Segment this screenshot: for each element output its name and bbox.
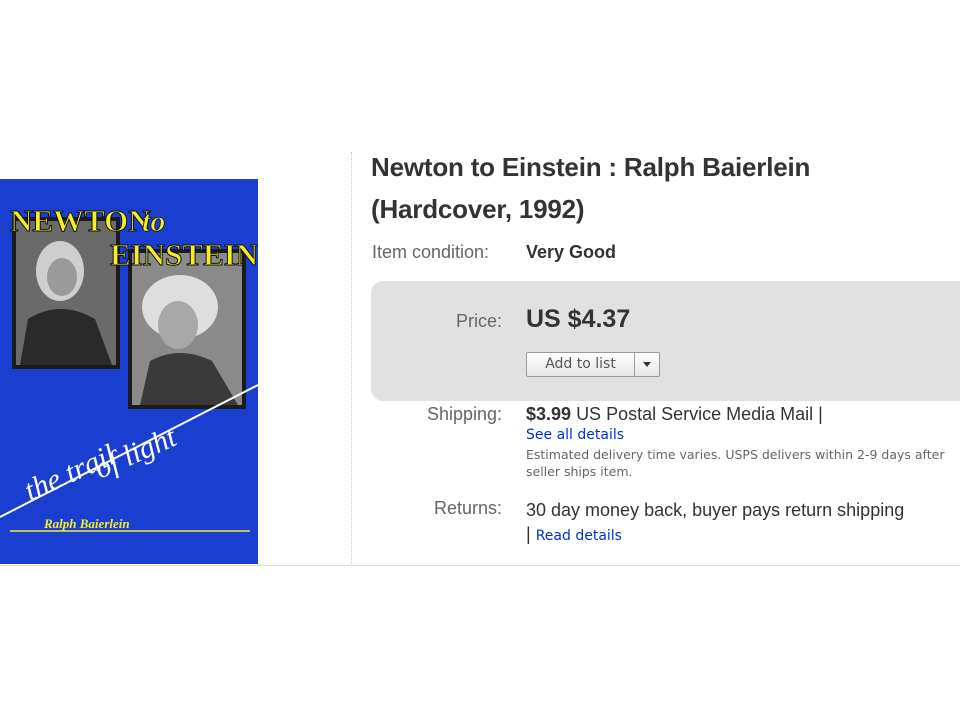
cover-author: Ralph Baierlein (43, 516, 130, 531)
price-panel (371, 281, 960, 401)
chevron-down-icon (643, 362, 651, 367)
price-label: Price: (455, 311, 502, 331)
book-cover-art: NEWTON to EINSTEIN the trail of light Ra… (0, 179, 258, 564)
section-divider (0, 565, 960, 566)
item-condition-label: Item condition: (372, 242, 490, 262)
column-divider (351, 152, 352, 564)
cover-title-newton: NEWTON (10, 203, 151, 238)
returns-label: Returns: (433, 498, 502, 518)
item-condition-value: Very Good (526, 242, 617, 262)
shipping-info: $3.99 US Postal Service Media Mail | (526, 404, 823, 425)
estimated-delivery-text: Estimated delivery time varies. USPS del… (526, 447, 945, 479)
cover-title-to: to (142, 205, 165, 238)
listing-page: NEWTON to EINSTEIN the trail of light Ra… (0, 0, 960, 720)
returns-policy: 30 day money back, buyer pays return shi… (526, 498, 906, 548)
see-all-details-link[interactable]: See all details (526, 427, 624, 443)
shipping-label: Shipping: (426, 404, 502, 424)
add-to-list-label[interactable]: Add to list (527, 353, 634, 376)
read-details-link[interactable]: Read details (536, 528, 622, 544)
shipping-cost: $3.99 (526, 404, 572, 424)
book-cover-image[interactable]: NEWTON to EINSTEIN the trail of light Ra… (0, 179, 258, 564)
add-to-list-button[interactable]: Add to list (526, 352, 660, 377)
shipping-method: US Postal Service Media Mail (576, 404, 814, 424)
item-title: Newton to Einstein : Ralph Baierlein (Ha… (371, 152, 811, 224)
shipping-separator: | (818, 404, 823, 424)
price-value: US $4.37 (526, 305, 631, 333)
cover-title-einstein: EINSTEIN (110, 237, 258, 272)
add-to-list-dropdown[interactable] (634, 353, 659, 376)
